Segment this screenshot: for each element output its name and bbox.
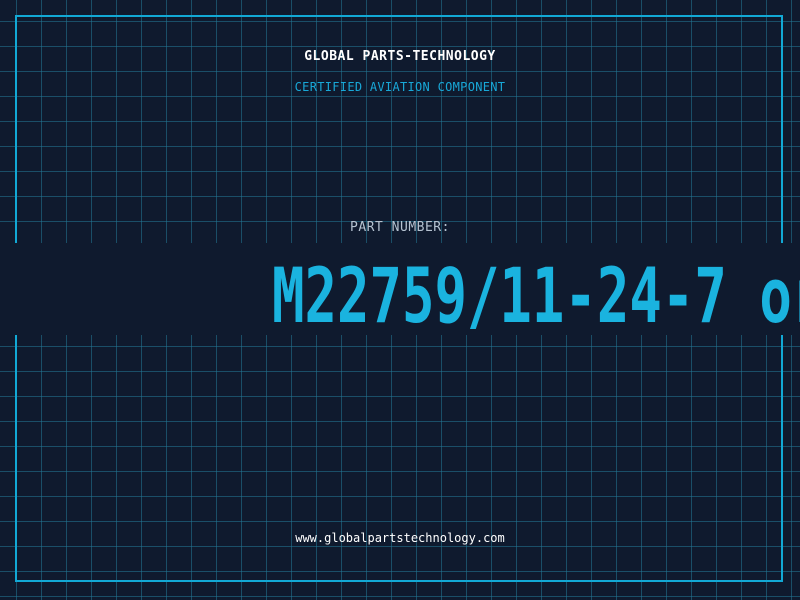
company-name: GLOBAL PARTS-TECHNOLOGY: [304, 49, 496, 64]
part-number-text: M22759/11-24-7 or 10288RVIOLET24AWGSINGL…: [272, 257, 800, 335]
part-number-value: M22759/11-24-7 or 10288RVIOLET24AWGSINGL…: [0, 257, 800, 335]
part-number-label: PART NUMBER:: [350, 220, 450, 235]
certification-subtitle: CERTIFIED AVIATION COMPONENT: [294, 80, 506, 94]
website-url: www.globalpartstechnology.com: [295, 531, 505, 545]
